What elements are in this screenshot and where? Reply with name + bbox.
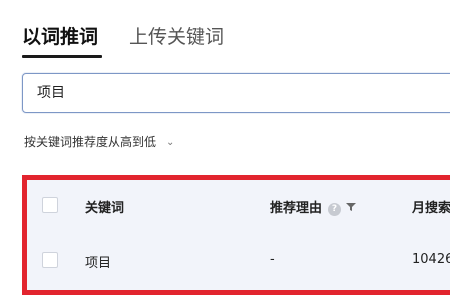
sort-label: 按关键词推荐度从高到低: [24, 135, 157, 149]
row-monthly-search: 104268: [412, 252, 450, 267]
table-header-row: 关键词 推荐理由? 月搜索: [27, 180, 450, 230]
table-row[interactable]: 项目 - 104268: [27, 230, 450, 290]
active-tab-indicator: [22, 55, 102, 58]
header-reason: 推荐理由?: [270, 197, 357, 216]
tab-word-to-word[interactable]: 以词推词: [22, 22, 98, 52]
row-keyword: 项目: [85, 256, 112, 271]
header-keyword: 关键词: [85, 201, 125, 216]
header-reason-label: 推荐理由: [270, 201, 323, 216]
select-all-checkbox[interactable]: [42, 197, 58, 213]
chevron-down-icon: ⌄: [166, 137, 175, 148]
search-input[interactable]: [37, 74, 417, 112]
header-monthly-search[interactable]: 月搜索: [412, 197, 450, 216]
tab-bar: 以词推词 上传关键词: [22, 22, 442, 58]
help-icon[interactable]: ?: [328, 203, 342, 216]
tab-upload-keywords[interactable]: 上传关键词: [129, 22, 224, 52]
sort-dropdown[interactable]: 按关键词推荐度从高到低 ⌄: [24, 133, 174, 153]
search-box[interactable]: [22, 73, 450, 113]
row-reason: -: [270, 252, 275, 267]
row-checkbox[interactable]: [42, 252, 58, 268]
keyword-table-highlight: 关键词 推荐理由? 月搜索 项目 - 104268: [22, 175, 450, 295]
filter-icon[interactable]: [346, 201, 357, 216]
